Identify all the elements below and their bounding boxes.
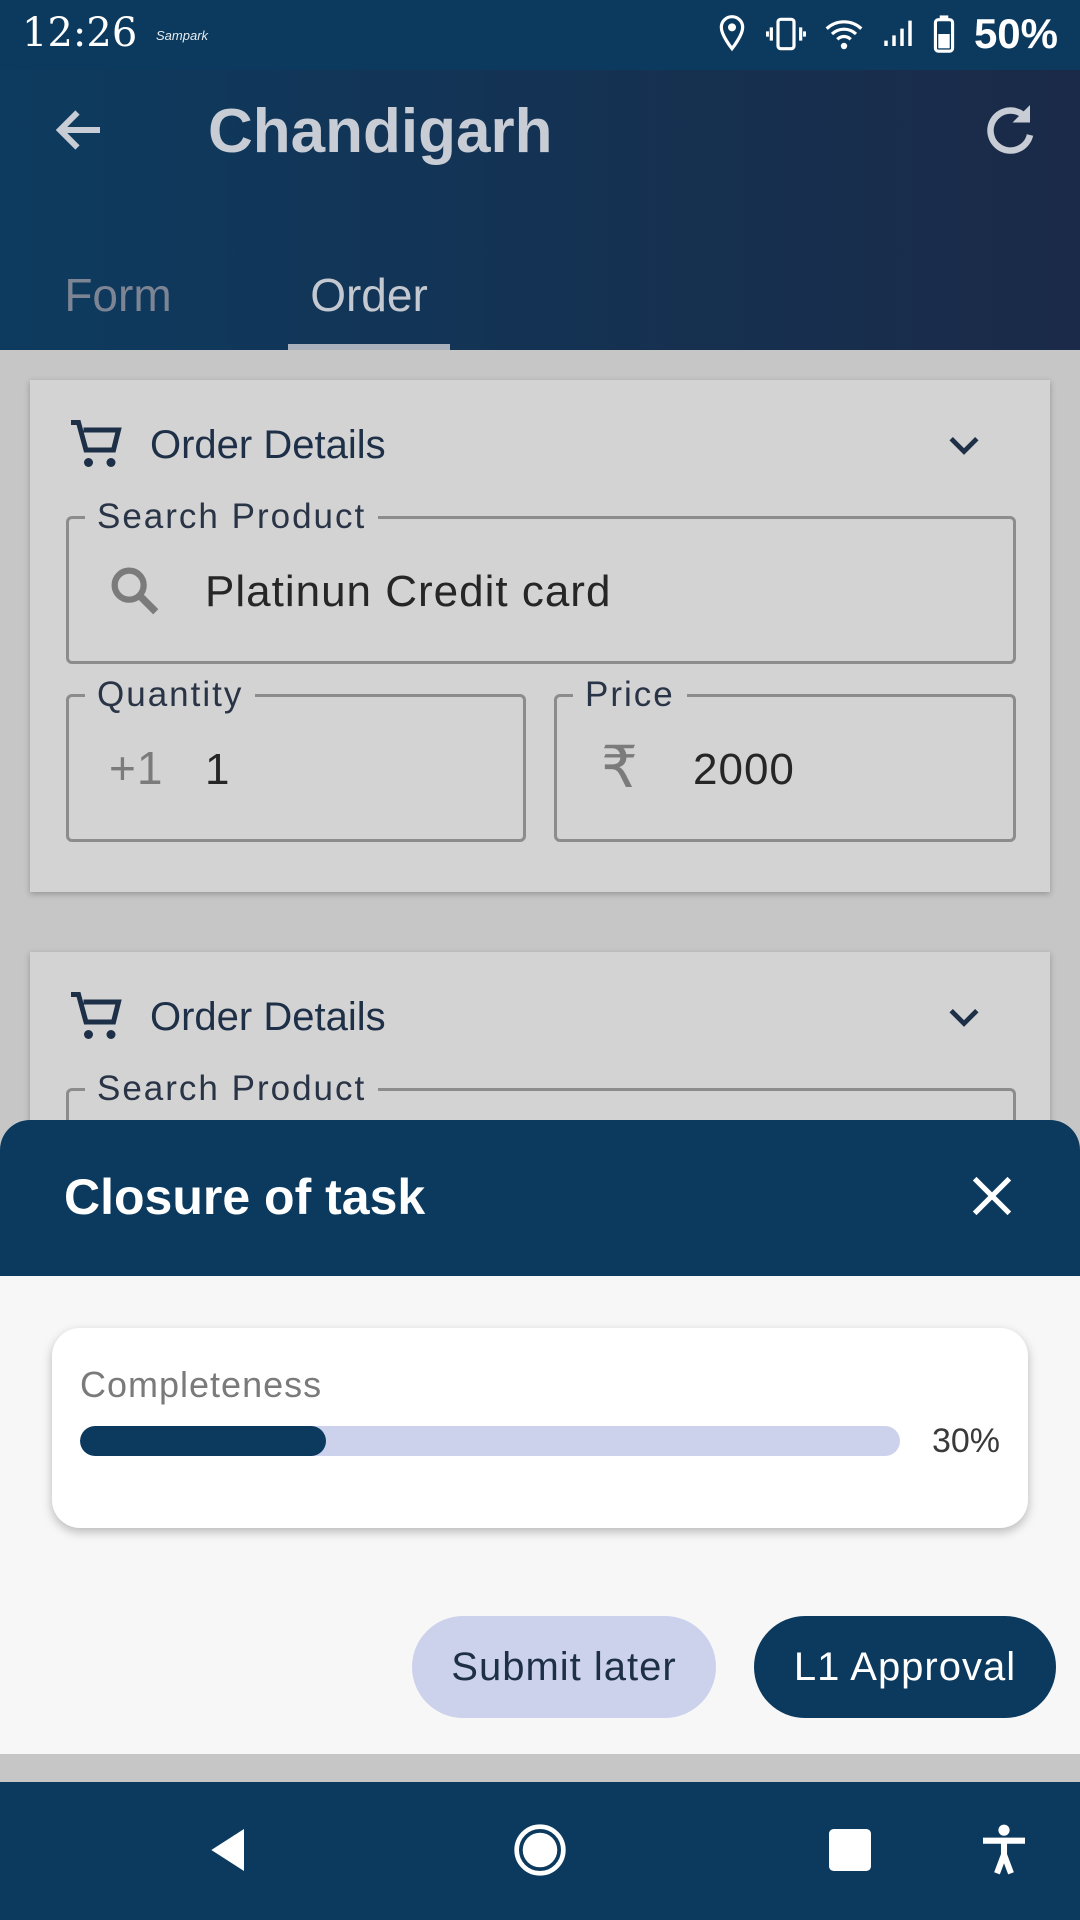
chevron-down-icon[interactable]	[942, 996, 986, 1040]
close-button[interactable]	[966, 1170, 1018, 1227]
plus-one-icon: +1	[109, 742, 164, 794]
accessibility-icon[interactable]	[976, 1822, 1032, 1878]
tab-bar: Form Order	[0, 240, 1080, 350]
search-product-label: Search Product	[85, 1069, 379, 1109]
completeness-progress-bar	[80, 1426, 900, 1456]
tab-order[interactable]: Order	[288, 240, 450, 350]
signal-icon	[884, 20, 912, 46]
quantity-field[interactable]: Quantity +1 1	[66, 675, 526, 842]
arrow-left-icon	[55, 110, 100, 150]
rupee-icon: ₹	[601, 735, 639, 800]
bottom-sheet-body: Completeness 30% Submit later L1 Approva…	[0, 1276, 1080, 1754]
system-nav-bar	[0, 1782, 1080, 1920]
price-label: Price	[573, 675, 687, 715]
status-icons: 50%	[716, 10, 1058, 58]
search-icon	[111, 567, 159, 615]
battery-percent: 50%	[973, 10, 1058, 57]
search-product-label: Search Product	[85, 497, 379, 537]
submit-later-button[interactable]: Submit later	[412, 1616, 716, 1718]
completeness-progress-fill	[80, 1426, 326, 1456]
nav-back-icon[interactable]	[202, 1822, 258, 1878]
cart-icon	[71, 992, 122, 1039]
carrier-logo: Sampark	[156, 28, 209, 43]
order-card-header[interactable]: Order Details	[66, 982, 1016, 1052]
search-product-field[interactable]: Search Product Platinun Credit card	[66, 497, 1016, 664]
price-value: 2000	[693, 745, 795, 794]
location-icon	[719, 15, 745, 52]
app-bar: Chandigarh Form Order	[0, 70, 1080, 350]
completeness-label: Completeness	[80, 1364, 323, 1405]
refresh-button[interactable]	[980, 100, 1040, 165]
cart-icon	[71, 420, 122, 467]
status-time: 12:26	[22, 10, 138, 56]
battery-icon	[933, 15, 955, 53]
quantity-value: 1	[205, 745, 231, 794]
refresh-icon	[987, 105, 1034, 154]
completeness-percent: 30%	[931, 1422, 1000, 1460]
completeness-card: Completeness 30%	[52, 1328, 1028, 1528]
price-field[interactable]: Price ₹ 2000	[554, 675, 1016, 842]
l1-approval-button[interactable]: L1 Approval	[754, 1616, 1056, 1718]
tab-form[interactable]: Form	[48, 240, 188, 350]
close-icon	[972, 1176, 1012, 1216]
quantity-label: Quantity	[85, 675, 256, 715]
nav-recents-icon[interactable]	[822, 1822, 878, 1878]
nav-home-icon[interactable]	[512, 1822, 568, 1878]
wifi-icon	[825, 20, 863, 50]
order-card-title: Order Details	[150, 994, 386, 1039]
bottom-sheet-header: Closure of task	[0, 1120, 1080, 1276]
page-title: Chandigarh	[208, 97, 553, 166]
order-card: Order Details Search Product Platinun Cr…	[30, 380, 1050, 892]
back-button[interactable]	[50, 100, 110, 165]
vibrate-icon	[765, 17, 806, 51]
status-bar: 12:26 Sampark 50%	[0, 0, 1080, 70]
order-card-title: Order Details	[150, 422, 386, 467]
search-product-value: Platinun Credit card	[205, 567, 612, 616]
chevron-down-icon[interactable]	[942, 424, 986, 468]
sheet-title: Closure of task	[64, 1169, 426, 1225]
order-card-header[interactable]: Order Details	[66, 410, 1016, 480]
